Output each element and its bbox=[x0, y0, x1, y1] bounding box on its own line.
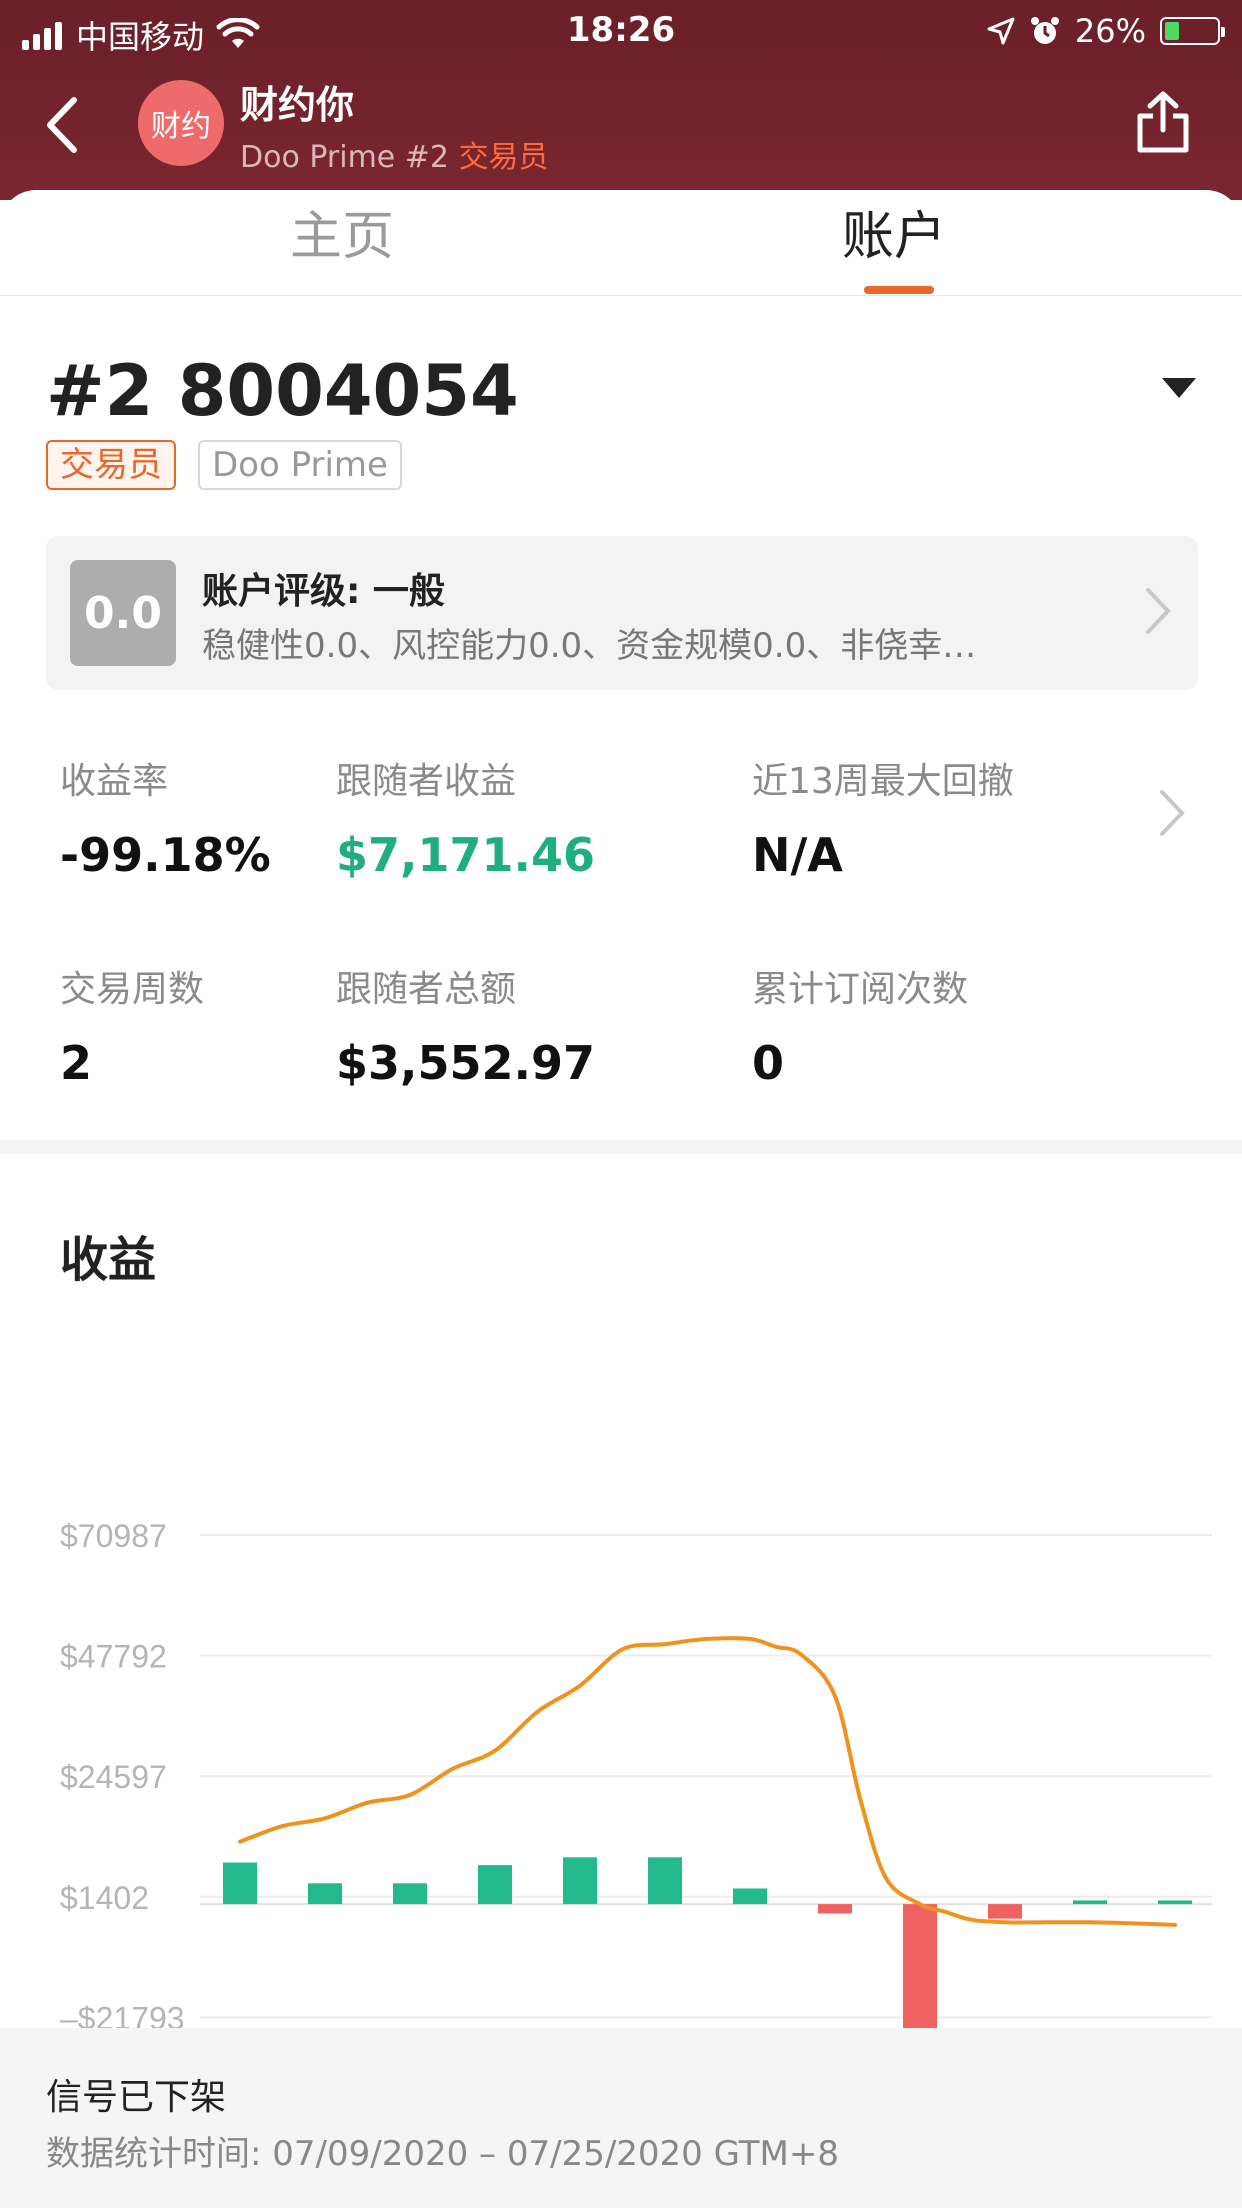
stat-value: 2 bbox=[60, 1036, 93, 1090]
chevron-down-icon[interactable] bbox=[1160, 376, 1198, 400]
tab-home[interactable]: 主页 bbox=[290, 194, 394, 269]
subtitle-prefix: Doo Prime #2 bbox=[240, 140, 459, 175]
stat-label: 跟随者总额 bbox=[336, 969, 517, 1010]
stat-label: 累计订阅次数 bbox=[752, 969, 969, 1010]
bar bbox=[1073, 1900, 1107, 1905]
bar bbox=[988, 1904, 1022, 1919]
account-number: #2 8004054 bbox=[46, 350, 519, 432]
battery-percent: 26% bbox=[1074, 12, 1146, 50]
stat-value: $7,171.46 bbox=[336, 828, 595, 882]
bar bbox=[1158, 1900, 1192, 1905]
channel-name: 财约你 bbox=[240, 83, 355, 127]
stat-value: 0 bbox=[752, 1036, 785, 1090]
status-right: 26% bbox=[987, 12, 1225, 50]
rating-card[interactable]: 0.0 账户评级: 一般 稳健性0.0、风控能力0.0、资金规模0.0、非侥幸… bbox=[46, 536, 1198, 690]
bar bbox=[563, 1857, 597, 1905]
share-icon[interactable] bbox=[1134, 90, 1192, 156]
tab-account[interactable]: 账户 bbox=[842, 194, 946, 269]
stat-value: -99.18% bbox=[60, 828, 271, 882]
active-tab-indicator bbox=[864, 286, 934, 294]
y-tick-label: $24597 bbox=[60, 1759, 167, 1795]
rating-description: 稳健性0.0、风控能力0.0、资金规模0.0、非侥幸… bbox=[202, 626, 977, 666]
y-tick-label: $47792 bbox=[60, 1639, 167, 1675]
stat-label: 交易周数 bbox=[60, 969, 205, 1010]
line-series bbox=[238, 1636, 1177, 1927]
stat-return-rate: 收益率 -99.18% bbox=[60, 752, 271, 882]
chart-title: 收益 bbox=[60, 1232, 157, 1288]
bar bbox=[308, 1883, 342, 1905]
status-bar: 中国移动 18:26 26% bbox=[0, 0, 1242, 60]
stat-value: N/A bbox=[752, 828, 843, 882]
chevron-right-icon[interactable] bbox=[1158, 788, 1186, 838]
subtitle-role: 交易员 bbox=[458, 140, 549, 175]
stats-period: 数据统计时间: 07/09/2020 – 07/25/2020 GTM+8 bbox=[46, 2134, 839, 2174]
chevron-right-icon bbox=[1146, 588, 1171, 634]
bar bbox=[223, 1862, 257, 1905]
account-card: 主页 账户 #2 8004054 交易员 Doo Prime 0.0 账户评级:… bbox=[0, 190, 1242, 2208]
battery-icon bbox=[1160, 17, 1225, 45]
back-icon[interactable] bbox=[38, 92, 88, 158]
alarm-icon bbox=[1030, 17, 1059, 44]
channel-subtitle: Doo Prime #2 交易员 bbox=[240, 132, 549, 176]
tab-bar: 主页 账户 bbox=[0, 190, 1242, 296]
stat-label: 近13周最大回撤 bbox=[752, 761, 1014, 802]
y-tick-label: $1402 bbox=[60, 1880, 149, 1916]
rating-title: 账户评级: 一般 bbox=[202, 571, 445, 612]
avatar[interactable]: 财约 bbox=[138, 80, 224, 166]
bar bbox=[733, 1888, 767, 1905]
location-icon bbox=[987, 17, 1015, 45]
bar bbox=[393, 1883, 427, 1905]
stat-trading-weeks: 交易周数 2 bbox=[60, 960, 204, 1090]
bar bbox=[478, 1865, 512, 1905]
footer: 信号已下架 数据统计时间: 07/09/2020 – 07/25/2020 GT… bbox=[0, 2028, 1242, 2208]
stat-follower-profit: 跟随者收益 $7,171.46 bbox=[336, 752, 595, 882]
header-bar: 中国移动 18:26 26% 财约 财约你 Doo Prime #2 交易员 bbox=[0, 0, 1242, 200]
signal-status: 信号已下架 bbox=[46, 2077, 227, 2118]
y-tick-label: $70987 bbox=[60, 1518, 167, 1554]
stat-max-drawdown: 近13周最大回撤 N/A bbox=[752, 752, 1014, 882]
stat-value: $3,552.97 bbox=[336, 1036, 595, 1090]
stat-subscriptions: 累计订阅次数 0 bbox=[752, 960, 968, 1090]
stat-follower-total: 跟随者总额 $3,552.97 bbox=[336, 960, 595, 1090]
stat-label: 跟随者收益 bbox=[336, 761, 517, 802]
bar bbox=[648, 1857, 682, 1905]
stat-label: 收益率 bbox=[60, 761, 169, 802]
broker-tag: Doo Prime bbox=[198, 440, 402, 490]
bar bbox=[818, 1904, 852, 1914]
section-divider bbox=[0, 1140, 1242, 1154]
role-tag: 交易员 bbox=[46, 440, 176, 490]
rating-score: 0.0 bbox=[70, 560, 176, 666]
